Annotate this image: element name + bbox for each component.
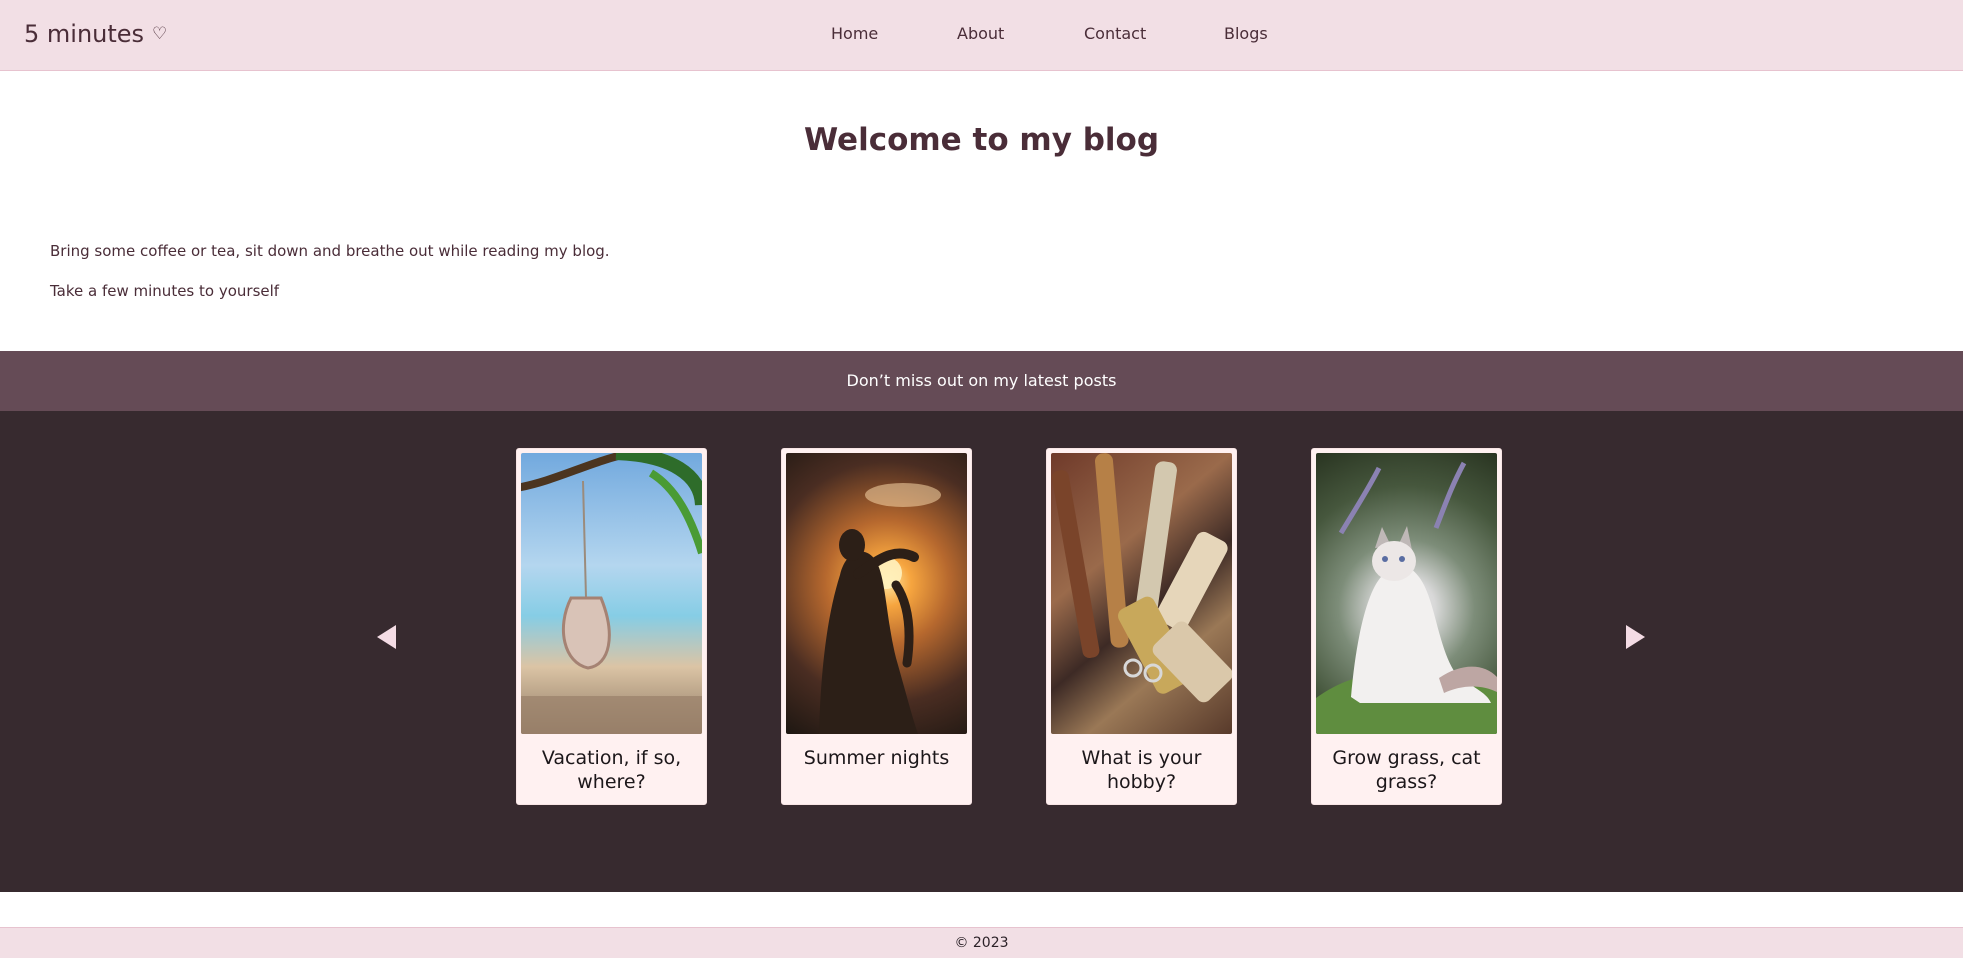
post-card[interactable]: Summer nights — [781, 448, 972, 805]
nav-link-blogs[interactable]: Blogs — [1224, 24, 1268, 43]
post-title: Summer nights — [803, 747, 950, 769]
site-header: 5 minutes ♡ Home About Contact Blogs — [0, 0, 1963, 71]
post-card[interactable]: Vacation, if so, where? — [516, 448, 707, 805]
white-cat-image — [1316, 453, 1497, 734]
paint-tubes-illustration — [1051, 453, 1232, 703]
post-title: Grow grass, cat grass? — [1332, 747, 1481, 793]
brand-logo[interactable]: 5 minutes ♡ — [24, 20, 167, 48]
sunset-silhouette-illustration — [819, 483, 941, 734]
triangle-left-icon[interactable] — [377, 625, 396, 649]
copyright-text: © 2023 — [954, 935, 1009, 951]
nav-link-contact[interactable]: Contact — [1084, 24, 1146, 43]
nav-link-about[interactable]: About — [957, 24, 1004, 43]
paint-tubes-image — [1051, 453, 1232, 734]
intro-line: Bring some coffee or tea, sit down and b… — [50, 242, 610, 260]
sunset-heart-image — [786, 453, 967, 734]
latest-posts-carousel: Vacation, if so, where? Summer nights Wh… — [0, 411, 1963, 892]
post-card[interactable]: What is your hobby? — [1046, 448, 1237, 805]
white-cat-illustration — [1316, 461, 1497, 734]
intro-line: Take a few minutes to yourself — [50, 282, 280, 300]
triangle-right-icon[interactable] — [1626, 625, 1645, 649]
brand-name: 5 minutes — [24, 20, 145, 48]
post-card[interactable]: Grow grass, cat grass? — [1311, 448, 1502, 805]
latest-posts-banner: Don’t miss out on my latest posts — [0, 351, 1963, 411]
nav-link-home[interactable]: Home — [831, 24, 878, 43]
page-title: Welcome to my blog — [803, 122, 1160, 158]
post-title: Vacation, if so, where? — [541, 747, 682, 793]
latest-posts-heading: Don’t miss out on my latest posts — [846, 371, 1117, 390]
post-title: What is your hobby? — [1081, 747, 1202, 793]
heart-outline-icon: ♡ — [152, 24, 168, 44]
beach-swing-illustration — [521, 453, 702, 734]
site-footer: © 2023 — [0, 927, 1963, 958]
beach-swing-image — [521, 453, 702, 734]
